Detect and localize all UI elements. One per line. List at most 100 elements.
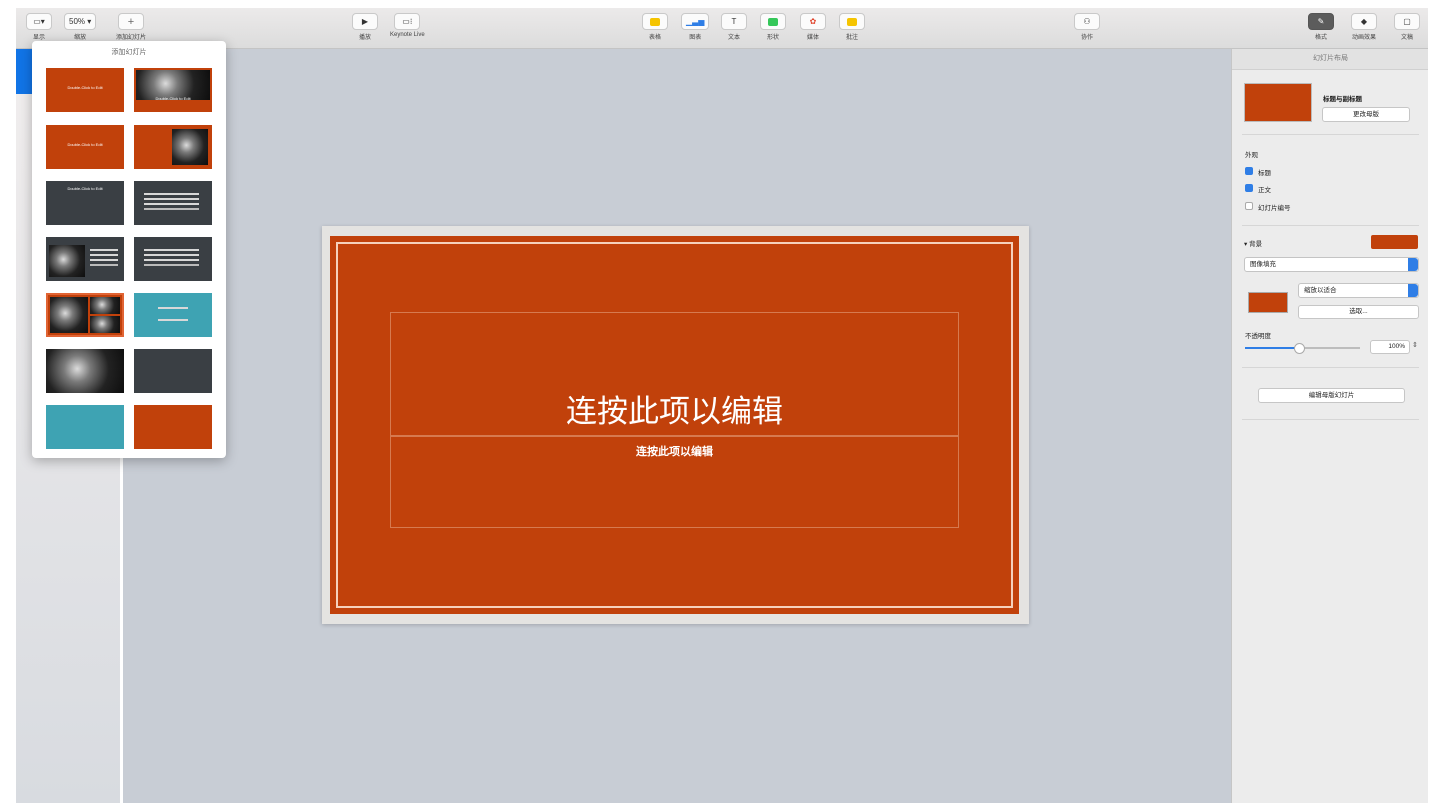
divider [1242,134,1419,135]
master-thumbnail[interactable] [1244,83,1312,122]
divider [1242,419,1419,420]
opacity-stepper-icon[interactable]: ⇕ [1412,341,1418,349]
media-button[interactable]: ✿ 媒体 [800,13,826,41]
divider [1242,225,1419,226]
body-checkbox[interactable] [1245,184,1253,192]
slide-number-checkbox-label: 幻灯片编号 [1258,205,1291,212]
layout-thumb-photo-grid[interactable] [46,293,124,337]
keynote-window: ▭▾ 显示 50% ▾ 缩放 + 添加幻灯片 ▶ 播放 ▭⁝ Keynote L… [16,8,1428,803]
view-label: 显示 [32,35,45,41]
play-icon: ▶ [352,13,378,30]
keynote-live-label: Keynote Live [390,32,425,38]
layout-thumb-photo-bullets[interactable] [46,237,124,281]
view-menu[interactable]: ▭▾ 显示 [26,13,52,41]
animate-tab[interactable]: ◆ 动画效果 [1351,13,1377,41]
format-inspector: 幻灯片布局 标题与副标题 更改母版 外观 标题 正文 幻灯片编号 ▾ 背景 图像… [1231,49,1428,803]
chart-label: 图表 [689,35,702,41]
table-button[interactable]: 表格 [642,13,668,41]
chart-icon: ▁▃▅ [681,13,710,30]
popover-title: 添加幻灯片 [111,49,147,56]
scale-value: 缩放以适合 [1304,287,1337,294]
text-label: 文本 [727,35,740,41]
edit-master-slide-button[interactable]: 编辑母版幻灯片 [1258,388,1405,403]
thumb-title-text: Double-Click to Edit [67,186,103,191]
animate-icon: ◆ [1351,13,1377,30]
thumb-title-text: Double-Click to Edit [67,85,103,90]
format-label: 格式 [1314,35,1327,41]
subtitle-text: 连按此项以编辑 [636,446,713,458]
fill-type-popup[interactable]: 图像填充 [1244,257,1419,272]
text-button[interactable]: T 文本 [721,13,747,41]
layout-thumb-blank-dark[interactable] [134,349,212,393]
zoom-value: 50% ▾ [64,13,97,30]
media-label: 媒体 [806,35,819,41]
title-checkbox[interactable] [1245,167,1253,175]
add-slide-button[interactable]: + 添加幻灯片 [116,13,146,41]
animate-label: 动画效果 [1351,35,1376,41]
opacity-label: 不透明度 [1245,333,1271,340]
comment-button[interactable]: 批注 [839,13,865,41]
zoom-label: 缩放 [74,35,87,41]
layout-thumb-title-top[interactable]: Double-Click to Edit [46,181,124,225]
collaborate-icon: ⚇ [1074,13,1100,30]
slide-canvas[interactable]: 连按此项以编辑 连按此项以编辑 [330,236,1019,614]
zoom-menu[interactable]: 50% ▾ 缩放 [64,13,97,41]
layout-thumb-quote[interactable] [134,293,212,337]
layout-thumb-title-bullets[interactable] [134,181,212,225]
background-color-well[interactable] [1371,235,1418,249]
play-button[interactable]: ▶ 播放 [352,13,378,41]
add-slide-label: 添加幻灯片 [116,35,147,41]
title-checkbox-label: 标题 [1258,170,1271,177]
toolbar: ▭▾ 显示 50% ▾ 缩放 + 添加幻灯片 ▶ 播放 ▭⁝ Keynote L… [16,8,1428,49]
comment-label: 批注 [845,35,858,41]
appearance-label: 外观 [1245,152,1258,159]
scale-popup[interactable]: 缩放以适合 [1298,283,1419,298]
paintbrush-icon: ✎ [1308,13,1334,30]
layout-name: 标题与副标题 [1323,96,1362,103]
slide-number-checkbox[interactable] [1245,202,1253,210]
choose-image-button[interactable]: 选取... [1298,305,1419,319]
chart-button[interactable]: ▁▃▅ 图表 [681,13,710,41]
comment-icon [839,13,865,30]
shape-button[interactable]: 形状 [760,13,786,41]
title-placeholder[interactable]: 连按此项以编辑 [390,312,959,436]
background-label-text: 背景 [1249,241,1263,248]
table-icon [642,13,668,30]
shape-label: 形状 [766,35,779,41]
subtitle-placeholder[interactable]: 连按此项以编辑 [390,436,959,528]
play-label: 播放 [358,35,371,41]
fill-type-value: 图像填充 [1250,261,1276,268]
layout-thumb-title-subtitle[interactable]: Double-Click to Edit [46,68,124,112]
thumb-title-text: Double-Click to Edit [155,96,191,101]
plus-icon: + [118,13,144,30]
change-master-button[interactable]: 更改母版 [1322,107,1410,122]
layout-thumb-title-only[interactable]: Double-Click to Edit [46,125,124,169]
document-label: 文稿 [1400,35,1413,41]
format-tab[interactable]: ✎ 格式 [1308,13,1334,41]
layout-thumb-blank-orange[interactable] [134,405,212,449]
layout-thumb-photo-title[interactable]: Double-Click to Edit [134,68,212,112]
layout-thumb-title-photo-right[interactable] [134,125,212,169]
divider [1242,367,1419,368]
table-label: 表格 [648,35,661,41]
media-icon: ✿ [800,13,826,30]
collaborate-button[interactable]: ⚇ 协作 [1074,13,1100,41]
background-label: ▾ 背景 [1244,241,1263,248]
popup-arrow-icon [1408,284,1418,297]
keynote-live-button[interactable]: ▭⁝ Keynote Live [390,13,425,38]
opacity-slider-knob[interactable] [1294,343,1305,354]
selected-slide-indicator [16,49,32,94]
opacity-field[interactable]: 100% [1370,340,1410,354]
body-checkbox-label: 正文 [1258,187,1271,194]
layout-thumb-blank-teal[interactable] [46,405,124,449]
add-slide-popover: 添加幻灯片 Double-Click to Edit Double-Click … [32,41,226,458]
thumb-title-text: Double-Click to Edit [67,142,103,147]
shape-icon [760,13,786,30]
keynote-live-icon: ▭⁝ [394,13,421,30]
document-tab[interactable]: ▢ 文稿 [1394,13,1420,41]
layout-thumb-photo[interactable] [46,349,124,393]
title-text: 连按此项以编辑 [566,394,783,430]
opacity-slider-fill [1245,347,1299,349]
image-fill-preview[interactable] [1248,292,1288,313]
layout-thumb-bullets[interactable] [134,237,212,281]
